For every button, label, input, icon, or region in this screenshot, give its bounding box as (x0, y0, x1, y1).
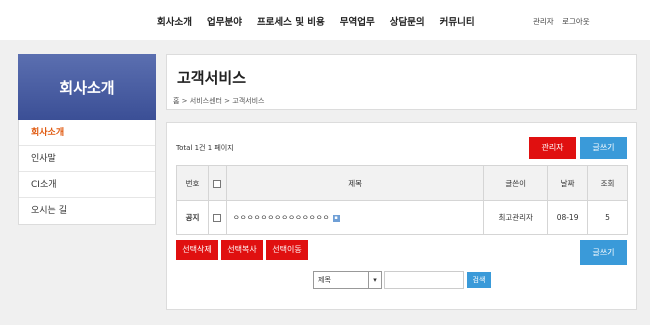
logout-link[interactable]: 로그아웃 (562, 17, 590, 26)
table-header-row: 번호 제목 글쓴이 날짜 조회 (176, 165, 628, 201)
menu-item-trade[interactable]: 무역업무 (340, 14, 375, 28)
col-header-check (207, 165, 227, 201)
col-header-date: 날짜 (547, 165, 589, 201)
row-no: 공지 (176, 200, 209, 235)
search-input[interactable] (384, 271, 464, 289)
search-button[interactable]: 검색 (467, 272, 491, 288)
menu-item-business[interactable]: 업무분야 (207, 14, 242, 28)
sidebar-item-ci[interactable]: CI소개 (19, 172, 155, 198)
sidebar-item-directions[interactable]: 오시는 길 (19, 198, 155, 224)
select-copy-button[interactable]: 선택복사 (221, 240, 263, 260)
file-icon: ▪ (332, 214, 340, 222)
row-views: 5 (587, 200, 628, 235)
menu-item-community[interactable]: 커뮤니티 (440, 14, 475, 28)
select-all-checkbox[interactable] (213, 179, 222, 188)
board-table: 번호 제목 글쓴이 날짜 조회 공지 ㅇㅇㅇㅇㅇㅇㅇㅇㅇㅇㅇㅇㅇㅇ ▪ 최고관리자… (176, 165, 628, 235)
sidebar-item-greeting[interactable]: 인사말 (19, 146, 155, 172)
board-panel: Total 1건 1 페이지 관리자 글쓰기 번호 제목 글쓴이 날짜 조회 공… (166, 122, 637, 310)
select-move-button[interactable]: 선택이동 (266, 240, 308, 260)
col-header-no: 번호 (176, 165, 209, 201)
select-delete-button[interactable]: 선택삭제 (176, 240, 218, 260)
page-header: 고객서비스 홈 > 서비스센터 > 고객서비스 (166, 54, 637, 110)
row-check-cell (207, 200, 227, 235)
search-field-select[interactable]: 제목 ▾ (313, 271, 382, 289)
top-navigation: 회사소개 업무분야 프로세스 및 비용 무역업무 상담문의 커뮤니티 관리자 로… (0, 0, 650, 40)
page-title: 고객서비스 (177, 69, 247, 87)
menu-item-company[interactable]: 회사소개 (157, 14, 192, 28)
row-checkbox[interactable] (213, 214, 222, 222)
row-author: 최고관리자 (483, 200, 549, 235)
admin-link[interactable]: 관리자 (533, 17, 554, 26)
menu-item-consult[interactable]: 상담문의 (390, 14, 425, 28)
write-button-bottom[interactable]: 글쓰기 (580, 240, 627, 265)
search-field-value: 제목 (318, 276, 331, 284)
main-menu: 회사소개 업무분야 프로세스 및 비용 무역업무 상담문의 커뮤니티 (157, 14, 490, 28)
utility-links: 관리자 로그아웃 (533, 16, 596, 27)
admin-button[interactable]: 관리자 (529, 137, 576, 159)
col-header-views: 조회 (587, 165, 628, 201)
row-subject-link[interactable]: ㅇㅇㅇㅇㅇㅇㅇㅇㅇㅇㅇㅇㅇㅇ (233, 213, 330, 222)
breadcrumb: 홈 > 서비스센터 > 고객서비스 (173, 97, 265, 105)
chevron-down-icon: ▾ (368, 272, 381, 288)
col-header-author: 글쓴이 (483, 165, 549, 201)
sidebar-title: 회사소개 (18, 54, 156, 120)
write-button-top[interactable]: 글쓰기 (580, 137, 627, 159)
sidebar-item-company[interactable]: 회사소개 (19, 120, 155, 146)
total-count: Total 1건 1 페이지 (176, 144, 234, 152)
row-subject-cell: ㅇㅇㅇㅇㅇㅇㅇㅇㅇㅇㅇㅇㅇㅇ ▪ (225, 200, 485, 235)
col-header-subject: 제목 (225, 165, 485, 201)
menu-item-process[interactable]: 프로세스 및 비용 (257, 14, 325, 28)
table-row: 공지 ㅇㅇㅇㅇㅇㅇㅇㅇㅇㅇㅇㅇㅇㅇ ▪ 최고관리자 08-19 5 (176, 200, 628, 235)
row-date: 08-19 (547, 200, 589, 235)
sidebar-menu: 회사소개 인사말 CI소개 오시는 길 (18, 120, 156, 225)
